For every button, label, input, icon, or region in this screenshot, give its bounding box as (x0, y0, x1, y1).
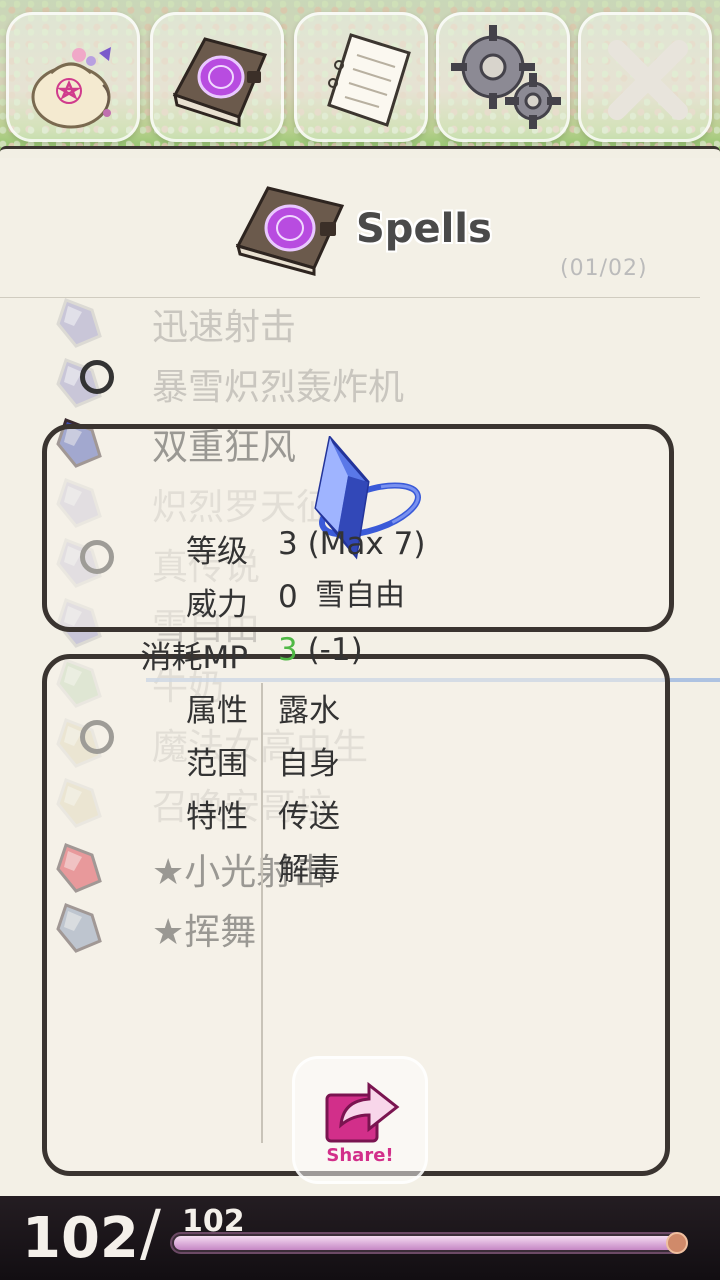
page-title: Spells (356, 206, 492, 252)
range-value: 自身 (278, 746, 340, 782)
equipped-marker-icon (80, 360, 114, 394)
attribute-value: 露水 (278, 693, 340, 729)
trait-label: 特性 (186, 799, 248, 835)
inventory-bag-button[interactable] (6, 12, 140, 142)
detail-divider (261, 683, 263, 1143)
spell-name: 暴雪炽烈轰炸机 (152, 367, 405, 408)
spellbook-button[interactable] (150, 12, 284, 142)
bag-icon (31, 47, 111, 129)
attribute-label: 属性 (186, 693, 248, 729)
hp-slash: / (140, 1196, 161, 1269)
share-button[interactable]: Share! (292, 1056, 428, 1184)
share-label: Share! (326, 1145, 394, 1166)
mp-delta: (-1) (297, 632, 363, 668)
spell-list-item[interactable]: 迅速射击 (0, 290, 720, 350)
spell-name: 迅速射击 (152, 307, 297, 348)
top-toolbar (0, 0, 720, 152)
mp-cost-label: 消耗MP (140, 640, 248, 676)
selected-spell-name: 雪自由 (315, 578, 405, 613)
hp-bar-cap (666, 1232, 688, 1254)
mp-cost-value: 3 (-1) (278, 632, 363, 668)
trait-value: 解毒 (278, 852, 340, 888)
spellbook-icon (172, 37, 268, 128)
power-label: 威力 (186, 587, 248, 623)
hp-bar: 102 / 102 (0, 1196, 720, 1280)
close-button[interactable] (578, 12, 712, 142)
gem-icon (56, 298, 102, 348)
range-label: 范围 (186, 746, 248, 782)
page-counter: (01/02) (560, 256, 648, 281)
hp-max: 102 (182, 1204, 245, 1239)
notebook-button[interactable] (294, 12, 428, 142)
close-icon (608, 40, 688, 120)
level-value: 3 (Max 7) (278, 526, 426, 562)
spell-page: Spells (01/02) 迅速射击暴雪炽烈轰炸机双重狂风炽烈罗天征真传说雪自… (0, 158, 720, 1198)
level-label: 等级 (186, 534, 248, 570)
notebook-icon (327, 33, 411, 127)
hp-track (170, 1232, 688, 1254)
gear-icon (451, 25, 561, 129)
spell-list-item[interactable]: 暴雪炽烈轰炸机 (0, 350, 720, 410)
settings-button[interactable] (436, 12, 570, 142)
power-value: 0 (278, 579, 298, 615)
share-arrow-icon (325, 1081, 400, 1143)
mp-current: 3 (278, 632, 298, 668)
spellbook-icon (235, 186, 345, 276)
hp-fill (174, 1236, 682, 1250)
trait-value: 传送 (278, 799, 340, 835)
hp-current: 102 (22, 1206, 139, 1271)
